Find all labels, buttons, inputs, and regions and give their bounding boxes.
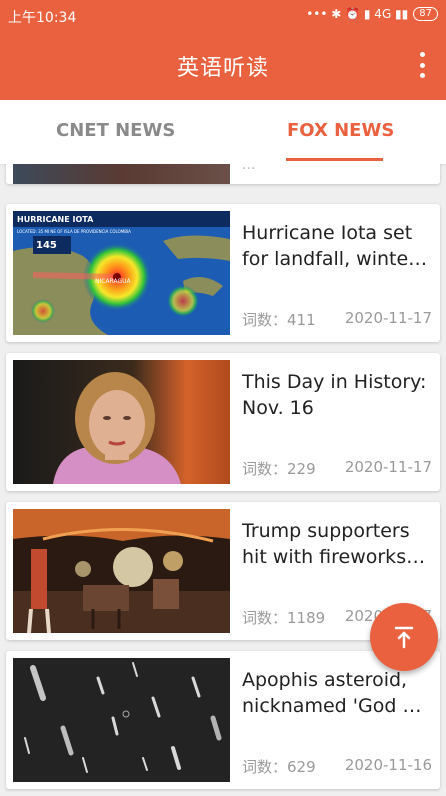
news-thumbnail [13, 164, 230, 184]
more-vert-icon[interactable] [418, 52, 426, 78]
news-thumbnail [13, 658, 230, 782]
street-scene-photo [13, 509, 230, 633]
status-bar: 上午10:34 ••• ✱ ⏰ ▮ 4G ▮▮ 87 [0, 0, 446, 32]
news-meta: 词数：411 2020-11-17 [242, 309, 432, 330]
thumb-caption: HURRICANE IOTA [17, 215, 94, 224]
news-card-partial[interactable]: ... [6, 164, 440, 184]
status-time: 上午10:34 [8, 10, 77, 26]
news-title: ... [242, 164, 256, 173]
tab-indicator [286, 158, 383, 161]
thumb-speed: 145 [36, 240, 57, 251]
news-card[interactable]: HURRICANE IOTA LOCATED: 35 MI NE OF ISLA… [6, 204, 440, 342]
asteroid-photo [13, 658, 230, 782]
news-thumbnail: HURRICANE IOTA LOCATED: 35 MI NE OF ISLA… [13, 211, 230, 335]
news-list[interactable]: ... HURRICANE IOTA LOCATED: 35 MI NE OF … [0, 164, 446, 796]
news-meta: 词数：229 2020-11-17 [242, 458, 432, 479]
word-count: 词数：411 [242, 311, 316, 329]
scroll-to-top-icon [394, 626, 414, 649]
publish-date: 2020-11-17 [344, 309, 432, 327]
scroll-to-top-button[interactable] [370, 603, 438, 671]
status-indicators: ••• ✱ ⏰ ▮ 4G ▮▮ 87 [306, 7, 438, 21]
news-title: Apophis asteroid, nicknamed 'God of Chao… [242, 669, 421, 717]
battery-icon: 87 [413, 7, 438, 21]
app-bar: 英语听读 [0, 32, 446, 100]
tab-cnet-news[interactable]: CNET NEWS [56, 120, 175, 141]
word-count: 词数：229 [242, 460, 316, 478]
news-title: This Day in History: Nov. 16 [242, 371, 427, 419]
hurricane-map-image: HURRICANE IOTA LOCATED: 35 MI NE OF ISLA… [13, 211, 230, 335]
portrait-photo [13, 360, 230, 484]
thumb-subcaption: LOCATED: 35 MI NE OF ISLA DE PROVIDENCIA… [17, 229, 131, 234]
news-title: Hurricane Iota set for landfall, winter … [242, 222, 416, 270]
signal-indicators: ••• ✱ ⏰ ▮ 4G ▮▮ [306, 7, 409, 21]
word-count: 词数：629 [242, 758, 316, 776]
news-thumbnail [13, 509, 230, 633]
news-card[interactable]: This Day in History: Nov. 16 词数：229 2020… [6, 353, 440, 491]
app-title: 英语听读 [176, 56, 269, 81]
news-meta: 词数：629 2020-11-16 [242, 756, 432, 777]
news-card[interactable]: Apophis asteroid, nicknamed 'God of Chao… [6, 651, 440, 789]
publish-date: 2020-11-16 [344, 756, 432, 774]
word-count: 词数：1189 [242, 609, 326, 627]
news-title: Trump supporters hit with fireworks… [242, 520, 426, 568]
publish-date: 2020-11-17 [344, 458, 432, 476]
news-thumbnail [13, 360, 230, 484]
thumb-map-label: NICARAGUA [95, 278, 132, 285]
tab-fox-news[interactable]: FOX NEWS [287, 120, 394, 141]
tab-bar: CNET NEWS FOX NEWS [0, 100, 446, 164]
